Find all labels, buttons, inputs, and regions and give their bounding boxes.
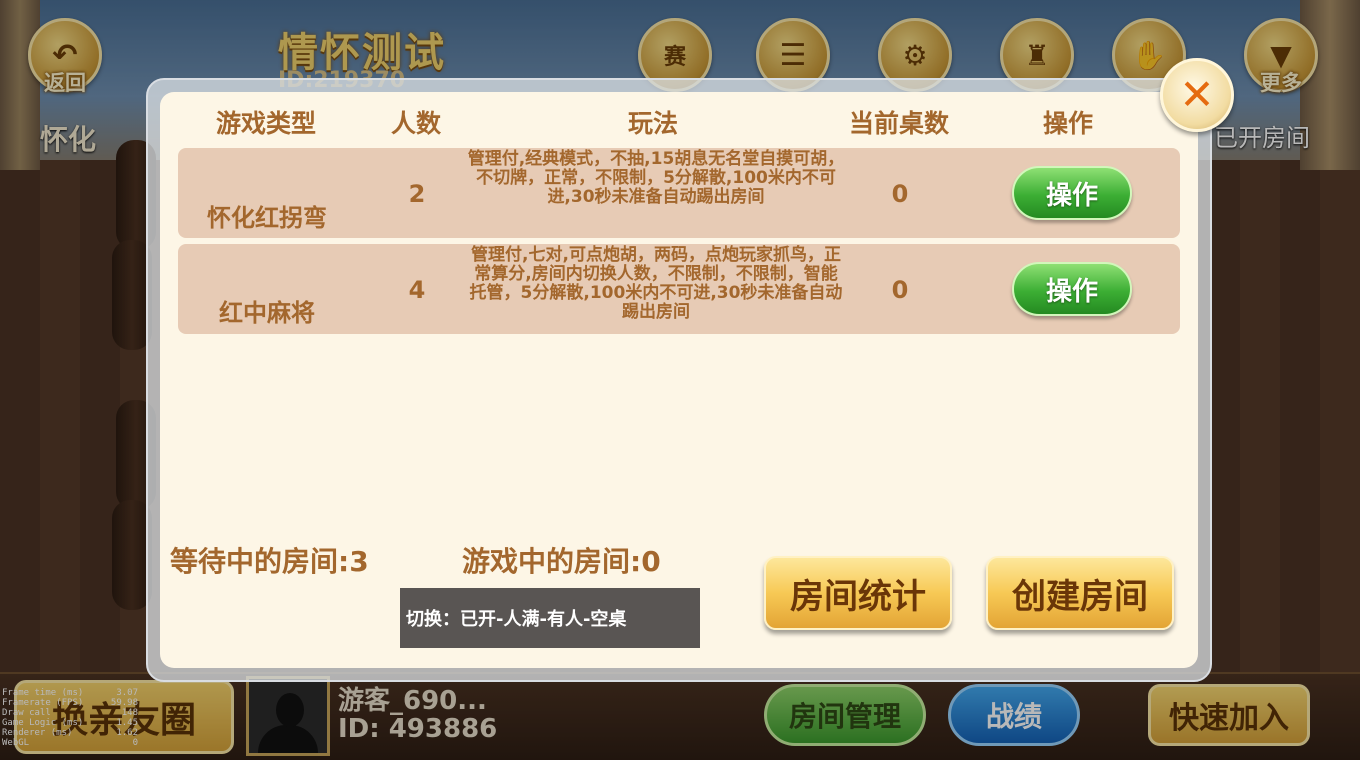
create-room-button[interactable]: 创建房间 bbox=[986, 556, 1174, 630]
column-header-game-type: 游戏类型 bbox=[215, 109, 317, 138]
row-tables: 0 bbox=[891, 180, 909, 208]
column-header-rules: 玩法 bbox=[627, 109, 679, 138]
row-game-type: 怀化红拐弯 bbox=[207, 204, 327, 232]
row-players: 4 bbox=[408, 276, 426, 304]
operate-button[interactable]: 操作 bbox=[1012, 166, 1132, 220]
room-stats-button[interactable]: 房间统计 bbox=[764, 556, 952, 630]
row-tables: 0 bbox=[891, 276, 909, 304]
playing-rooms-count: 游戏中的房间:0 bbox=[462, 545, 661, 578]
row-game-type: 红中麻将 bbox=[219, 299, 315, 327]
row-players: 2 bbox=[408, 180, 426, 208]
waiting-rooms-count: 等待中的房间:3 bbox=[170, 545, 369, 578]
operate-button[interactable]: 操作 bbox=[1012, 262, 1132, 316]
column-header-action: 操作 bbox=[1042, 109, 1094, 138]
column-header-players: 人数 bbox=[390, 109, 442, 138]
close-button[interactable]: ✕ bbox=[1160, 58, 1234, 132]
column-header-tables: 当前桌数 bbox=[848, 109, 950, 138]
row-rules: 管理付,七对,可点炮胡，两码，点炮玩家抓鸟，正常算分,房间内切换人数，不限制，不… bbox=[469, 245, 843, 322]
filter-toggle[interactable]: 切换：已开-人满-有人-空桌 bbox=[400, 588, 700, 648]
close-icon: ✕ bbox=[1179, 70, 1215, 119]
row-rules: 管理付,经典模式，不抽,15胡息无名堂自摸可胡，不切牌，正常，不限制，5分解散,… bbox=[467, 149, 845, 207]
